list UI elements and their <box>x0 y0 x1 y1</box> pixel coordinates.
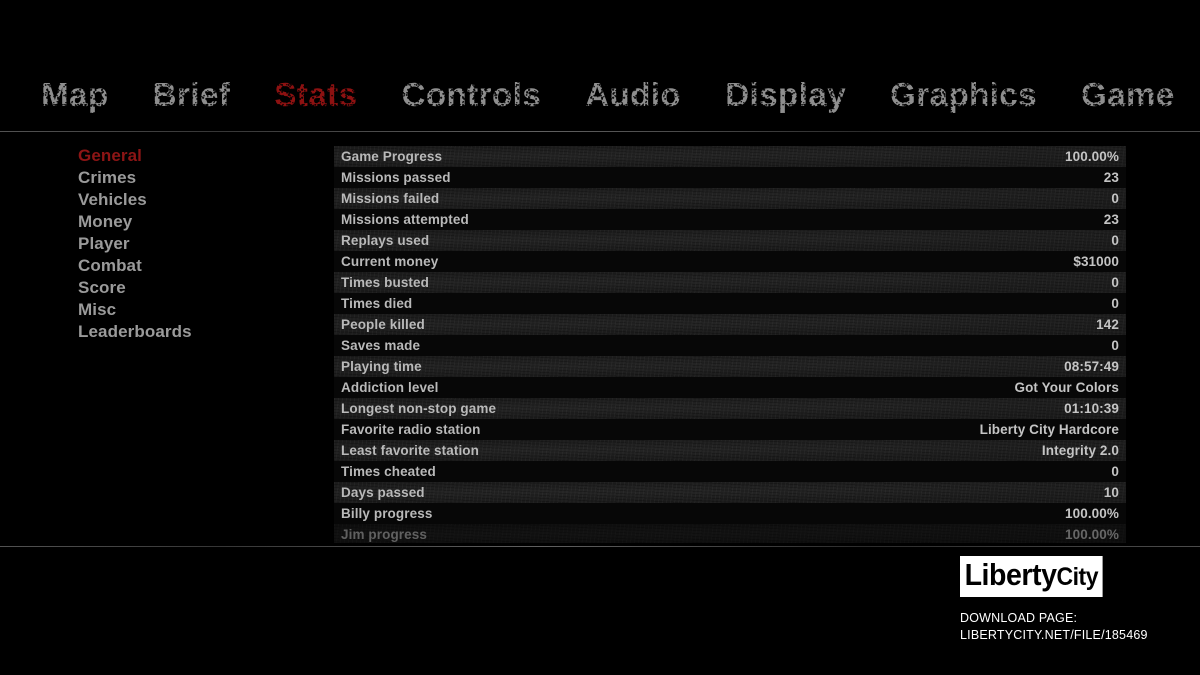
watermark: LibertyCity DOWNLOAD PAGE: LIBERTYCITY.N… <box>960 556 1172 644</box>
stat-value: Integrity 2.0 <box>1041 443 1119 458</box>
stat-row[interactable]: Favorite radio station Liberty City Hardc… <box>334 419 1126 440</box>
stat-row[interactable]: Missions attempted 23 <box>334 209 1126 230</box>
nav-item-display[interactable]: Display <box>723 75 848 113</box>
sidebar-item-score[interactable]: Score <box>78 277 278 299</box>
stat-label: Replays used <box>341 233 430 248</box>
stat-row[interactable]: Addiction level Got Your Colors <box>334 377 1126 398</box>
stat-value: 0 <box>1111 296 1119 311</box>
stat-label: Days passed <box>341 485 425 500</box>
stat-label: Least favorite station <box>341 443 479 458</box>
stat-label: Longest non-stop game <box>341 401 497 416</box>
nav-item-audio[interactable]: Audio <box>583 75 684 113</box>
nav-item-controls[interactable]: Controls <box>399 75 543 113</box>
stat-label: Saves made <box>341 338 421 353</box>
divider-top <box>0 131 1200 132</box>
stat-row[interactable]: Least favorite station Integrity 2.0 <box>334 440 1126 461</box>
stat-row[interactable]: Jim progress 100.00% <box>334 524 1126 543</box>
stat-label: Game Progress <box>341 149 443 164</box>
stat-value: 0 <box>1111 464 1119 479</box>
stat-label: Missions failed <box>341 191 440 206</box>
stat-value: 23 <box>1103 170 1119 185</box>
stat-label: Favorite radio station <box>341 422 481 437</box>
nav-item-stats[interactable]: Stats <box>272 75 360 113</box>
stat-row[interactable]: Days passed 10 <box>334 482 1126 503</box>
stat-label: People killed <box>341 317 425 332</box>
stat-row[interactable]: Times cheated 0 <box>334 461 1126 482</box>
stat-label: Playing time <box>341 359 422 374</box>
sidebar-item-vehicles[interactable]: Vehicles <box>78 189 278 211</box>
stat-row[interactable]: People killed 142 <box>334 314 1126 335</box>
watermark-lines: DOWNLOAD PAGE: LIBERTYCITY.NET/FILE/1854… <box>960 610 1172 644</box>
stat-label: Missions passed <box>341 170 451 185</box>
stat-value: 01:10:39 <box>1064 401 1119 416</box>
stat-label: Times busted <box>341 275 429 290</box>
main-nav: Map Brief Stats Controls Audio Display Graphic… <box>0 68 1200 120</box>
stat-row[interactable]: Saves made 0 <box>334 335 1126 356</box>
stat-row[interactable]: Times died 0 <box>334 293 1126 314</box>
stat-row[interactable]: Billy progress 100.00% <box>334 503 1126 524</box>
stat-value: 142 <box>1096 317 1119 332</box>
stat-row[interactable]: Times busted 0 <box>334 272 1126 293</box>
stat-value: 0 <box>1111 338 1119 353</box>
stat-row[interactable]: Game Progress 100.00% <box>334 146 1126 167</box>
stat-value: 10 <box>1103 485 1119 500</box>
sidebar-item-player[interactable]: Player <box>78 233 278 255</box>
libertycity-logo: LibertyCity <box>960 556 1103 597</box>
logo-text-primary: Liberty <box>964 557 1057 592</box>
nav-item-brief[interactable]: Brief <box>150 75 233 113</box>
download-page-label: DOWNLOAD PAGE: <box>960 611 1078 625</box>
nav-item-graphics[interactable]: Graphics <box>888 75 1040 113</box>
stats-list[interactable]: Game Progress 100.00% Missions passed 23 Mis… <box>334 146 1126 543</box>
stat-label: Times died <box>341 296 413 311</box>
stats-screen: Map Brief Stats Controls Audio Display Graphic… <box>0 0 1200 675</box>
stat-value: 0 <box>1111 233 1119 248</box>
sidebar-item-leaderboards[interactable]: Leaderboards <box>78 321 278 343</box>
stat-value: 100.00% <box>1065 527 1119 542</box>
logo-text-secondary: City <box>1056 563 1099 591</box>
stat-value: 08:57:49 <box>1064 359 1119 374</box>
stat-value: 0 <box>1111 275 1119 290</box>
sidebar-item-crimes[interactable]: Crimes <box>78 167 278 189</box>
divider-bottom <box>0 546 1200 547</box>
download-page-url: LIBERTYCITY.NET/FILE/185469 <box>960 628 1148 642</box>
stat-value: $31000 <box>1073 254 1119 269</box>
stat-label: Times cheated <box>341 464 436 479</box>
sidebar-item-general[interactable]: General <box>78 145 278 167</box>
sidebar-item-combat[interactable]: Combat <box>78 255 278 277</box>
stat-label: Billy progress <box>341 506 433 521</box>
stat-label: Missions attempted <box>341 212 469 227</box>
sidebar-item-money[interactable]: Money <box>78 211 278 233</box>
stat-row[interactable]: Current money $31000 <box>334 251 1126 272</box>
stat-label: Addiction level <box>341 380 439 395</box>
stat-row[interactable]: Missions passed 23 <box>334 167 1126 188</box>
stat-value: Got Your Colors <box>1014 380 1119 395</box>
stats-category-sidebar: General Crimes Vehicles Money Player Combat Sc… <box>78 145 278 343</box>
nav-item-game[interactable]: Game <box>1079 75 1177 113</box>
stat-row[interactable]: Playing time 08:57:49 <box>334 356 1126 377</box>
stat-value: 100.00% <box>1065 506 1119 521</box>
nav-item-map[interactable]: Map <box>39 75 111 113</box>
stat-row[interactable]: Missions failed 0 <box>334 188 1126 209</box>
stat-value: Liberty City Hardcore <box>979 422 1119 437</box>
stat-label: Jim progress <box>341 527 427 542</box>
stat-row[interactable]: Replays used 0 <box>334 230 1126 251</box>
stat-value: 0 <box>1111 191 1119 206</box>
stat-row[interactable]: Longest non-stop game 01:10:39 <box>334 398 1126 419</box>
stat-label: Current money <box>341 254 439 269</box>
sidebar-item-misc[interactable]: Misc <box>78 299 278 321</box>
stat-value: 100.00% <box>1065 149 1119 164</box>
stat-value: 23 <box>1103 212 1119 227</box>
